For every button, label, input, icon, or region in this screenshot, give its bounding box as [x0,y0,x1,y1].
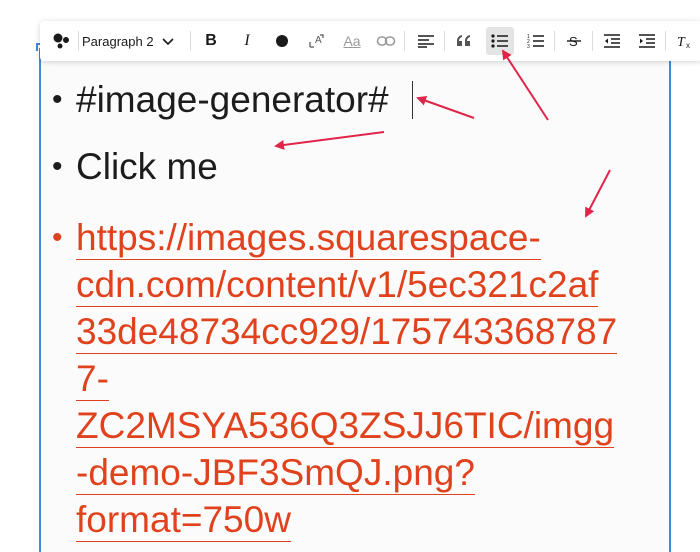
strikethrough-button[interactable]: S [560,27,588,55]
link-button[interactable] [372,27,400,55]
bulleted-list-icon [491,34,508,48]
clear-formatting-button[interactable]: T x [671,27,699,55]
quote-icon [457,35,470,46]
toolbar-divider [404,31,405,51]
bold-button[interactable]: B [197,27,225,55]
toolbar-divider [190,31,191,51]
align-left-button[interactable] [412,27,440,55]
list-item-text[interactable]: #image-generator# [76,77,389,123]
link-text-line[interactable]: https://images.squarespace- [76,215,541,260]
toolbar-divider [78,31,79,51]
list-item-text[interactable]: Click me [76,144,218,190]
block-style-dropdown[interactable]: Paragraph 2 [82,27,174,55]
chevron-down-icon [161,34,174,49]
bullet-icon: • [52,150,63,183]
outdent-icon [604,34,620,48]
link-text-line[interactable]: -demo-JBF3SmQJ.png? [76,450,475,495]
numbered-list-button[interactable]: 1 2 3 [522,27,550,55]
numbered-list-icon: 1 2 3 [527,34,544,49]
toolbar-divider [554,31,555,51]
toolbar-divider [444,31,445,51]
text-cursor [412,81,413,119]
align-left-icon [418,35,434,48]
editor-screen: Paragraph 2 B I A Aa 1 2 3 T x • #image-… [0,0,700,552]
italic-button[interactable]: I [233,27,261,55]
strikethrough-icon: S [567,34,581,49]
block-style-label: Paragraph 2 [82,33,154,49]
font-size-button[interactable]: A [303,27,331,55]
toolbar-divider [592,31,593,51]
bulleted-list-button[interactable] [486,27,514,55]
shapes-menu-icon[interactable] [48,27,76,55]
indent-icon [639,34,655,48]
link-text-line[interactable]: format=750w [76,497,291,542]
text-color-button[interactable] [268,27,296,55]
link-icon [376,36,396,46]
quote-button[interactable] [450,27,478,55]
svg-text:3: 3 [527,44,530,49]
svg-text:T: T [677,35,686,49]
toolbar-divider [665,31,666,51]
text-style-button[interactable]: Aa [338,27,366,55]
bullet-icon: • [52,221,63,254]
text-style-label: Aa [343,33,361,49]
outdent-button[interactable] [598,27,626,55]
font-size-icon: A [309,34,324,48]
bold-label: B [205,32,217,49]
italic-label: I [244,32,250,49]
link-text-line[interactable]: ZC2MSYA536Q3ZSJJ6TIC/imgg [76,403,615,448]
svg-text:A: A [315,35,322,46]
link-text-line[interactable]: cdn.com/content/v1/5ec321c2af [76,262,599,307]
color-dot-icon [276,35,288,47]
bullet-icon: • [52,83,63,116]
formatting-toolbar: Paragraph 2 B I A Aa 1 2 3 T x [40,21,700,61]
svg-text:x: x [686,41,690,49]
indent-button[interactable] [633,27,661,55]
clear-formatting-icon: T x [677,35,690,49]
link-text-line[interactable]: 33de48734cc929/175743368787 [76,309,618,354]
link-text-line[interactable]: 7- [76,356,109,401]
